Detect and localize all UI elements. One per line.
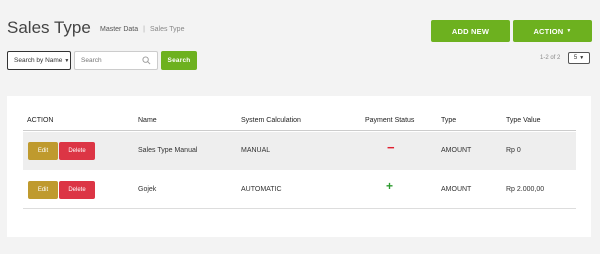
page-size-value: 5 — [573, 55, 578, 61]
action-dropdown-button[interactable]: ACTION ▼ — [513, 20, 592, 42]
minus-icon: − — [387, 140, 395, 155]
column-header-type-value[interactable]: Type Value — [506, 117, 541, 124]
plus-icon: + — [386, 179, 394, 193]
column-header-name[interactable]: Name — [138, 117, 157, 124]
search-field[interactable] — [74, 51, 158, 70]
cell-type: AMOUNT — [441, 147, 472, 154]
search-by-select[interactable]: Search by Name ▼ — [7, 51, 71, 70]
table-header: ACTION Name System Calculation Payment S… — [23, 110, 576, 131]
edit-button[interactable]: Edit — [28, 181, 58, 199]
column-header-type[interactable]: Type — [441, 117, 456, 124]
page-title: Sales Type — [7, 18, 91, 37]
page-size-select[interactable]: 5 ▼ — [568, 52, 590, 64]
cell-system-calculation: MANUAL — [241, 147, 271, 154]
search-icon[interactable] — [142, 56, 151, 65]
cell-type-value: Rp 0 — [506, 147, 521, 154]
cell-name: Sales Type Manual — [138, 147, 198, 154]
caret-down-icon: ▼ — [64, 57, 70, 64]
caret-down-icon: ▼ — [579, 55, 585, 61]
delete-button[interactable]: Delete — [59, 181, 95, 199]
search-by-label: Search by Name — [14, 57, 63, 64]
table-row: Edit Delete Sales Type Manual MANUAL − A… — [23, 132, 576, 170]
caret-down-icon: ▼ — [566, 28, 572, 34]
cell-system-calculation: AUTOMATIC — [241, 186, 282, 193]
breadcrumb: Master Data | Sales Type — [100, 26, 184, 33]
sales-type-table-card: ACTION Name System Calculation Payment S… — [7, 96, 591, 237]
cell-name: Gojek — [138, 186, 157, 193]
breadcrumb-master-data[interactable]: Master Data — [100, 26, 138, 33]
search-input[interactable] — [81, 57, 141, 64]
breadcrumb-separator: | — [143, 26, 145, 33]
delete-button[interactable]: Delete — [59, 142, 95, 160]
search-button[interactable]: Search — [161, 51, 197, 70]
action-label: ACTION — [533, 26, 564, 36]
column-header-payment-status[interactable]: Payment Status — [365, 117, 414, 124]
cell-type-value: Rp 2.000,00 — [506, 186, 545, 193]
breadcrumb-current: Sales Type — [149, 26, 185, 33]
cell-type: AMOUNT — [441, 186, 472, 193]
column-header-action: ACTION — [27, 117, 54, 124]
table-row: Edit Delete Gojek AUTOMATIC + AMOUNT Rp … — [23, 171, 576, 209]
pagination-range: 1-2 of 2 — [540, 55, 561, 61]
edit-button[interactable]: Edit — [28, 142, 58, 160]
column-header-system-calculation[interactable]: System Calculation — [241, 117, 301, 124]
add-new-button[interactable]: ADD NEW — [431, 20, 510, 42]
